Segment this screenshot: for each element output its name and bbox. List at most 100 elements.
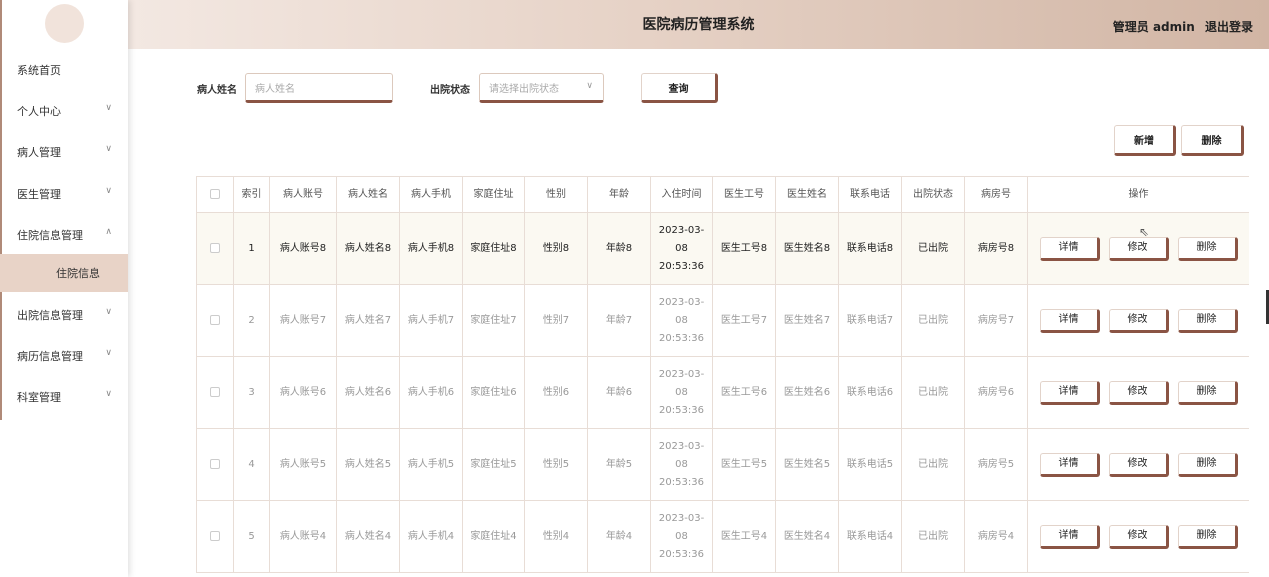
table-cell-index: 5 (233, 500, 270, 573)
row-select-cell[interactable] (196, 356, 234, 429)
logout-link[interactable]: 退出登录 (1205, 20, 1253, 34)
sidebar-item-doctor-management[interactable]: 医生管理 ∨ (0, 173, 128, 214)
detail-button[interactable]: 详情 (1039, 380, 1100, 405)
table-cell-age: 年龄5 (587, 428, 651, 501)
row-checkbox[interactable] (210, 458, 220, 469)
user-name: 管理员 admin (1112, 20, 1195, 34)
table-cell-room: 病房号4 (964, 500, 1028, 573)
table-cell-status: 已出院 (901, 500, 965, 573)
add-button[interactable]: 新增 (1114, 125, 1176, 156)
table-cell-name: 病人姓名7 (336, 284, 400, 357)
table-cell-account: 病人账号7 (269, 284, 337, 357)
table-cell-status: 已出院 (901, 356, 965, 429)
table-cell-age: 年龄4 (587, 500, 651, 573)
sidebar-item-discharge-management[interactable]: 出院信息管理 ∨ (0, 294, 128, 335)
table-cell-gender: 性别7 (524, 284, 588, 357)
edit-button[interactable]: 修改 (1108, 452, 1169, 477)
table-cell-room: 病房号6 (964, 356, 1028, 429)
query-button[interactable]: 查询 (641, 73, 718, 103)
table-row[interactable]: 3 病人账号6 病人姓名6 病人手机6 家庭住址6 性别6 年龄6 2023-03-08 20… (196, 356, 1249, 429)
sidebar-item-label: 出院信息管理 (17, 308, 83, 322)
select-all-checkbox[interactable] (210, 188, 220, 199)
delete-button[interactable]: 删除 (1177, 524, 1238, 549)
select-all-cell[interactable] (196, 176, 234, 213)
row-checkbox[interactable] (210, 242, 220, 253)
row-checkbox[interactable] (210, 386, 220, 397)
column-header: 病房号 (964, 176, 1028, 213)
delete-button[interactable]: 删除 (1177, 452, 1238, 477)
table-cell-address: 家庭住址6 (462, 356, 525, 429)
table-cell-checkin: 2023-03-08 20:53:36 (650, 284, 713, 357)
patient-name-input[interactable]: 病人姓名 (245, 73, 393, 103)
discharge-status-select[interactable]: 请选择出院状态 ∨ (479, 73, 604, 103)
sidebar: 系统首页 个人中心 ∨ 病人管理 ∨ 医生管理 ∨ 住院信息管理 ∧ 住院信息 … (0, 0, 128, 577)
avatar[interactable] (45, 4, 84, 43)
delete-button[interactable]: 删除 (1177, 308, 1238, 333)
row-checkbox[interactable] (210, 530, 220, 541)
table-cell-room: 病房号8 (964, 212, 1028, 285)
table-cell-phone: 病人手机7 (399, 284, 463, 357)
edit-button[interactable]: 修改 (1108, 308, 1169, 333)
detail-button[interactable]: 详情 (1039, 236, 1100, 261)
inpatient-table: 索引 病人账号 病人姓名 病人手机 家庭住址 性别 年龄 入住时间 医生工号 医… (196, 176, 1249, 577)
table-cell-checkin: 2023-03-08 20:53:36 (650, 500, 713, 573)
table-cell-gender: 性别4 (524, 500, 588, 573)
user-area: 管理员 admin 退出登录 (1107, 18, 1253, 35)
table-cell-contact: 联系电话6 (838, 356, 902, 429)
sidebar-item-inpatient-management[interactable]: 住院信息管理 ∧ (0, 214, 128, 255)
table-cell-room: 病房号7 (964, 284, 1028, 357)
table-cell-phone: 病人手机5 (399, 428, 463, 501)
table-cell-age: 年龄7 (587, 284, 651, 357)
edit-button[interactable]: 修改 (1108, 236, 1169, 261)
table-cell-address: 家庭住址8 (462, 212, 525, 285)
row-actions-cell: 详情 修改 删除 (1027, 428, 1249, 501)
table-cell-doctor-name: 医生姓名7 (775, 284, 839, 357)
table-cell-account: 病人账号8 (269, 212, 337, 285)
table-cell-name: 病人姓名8 (336, 212, 400, 285)
discharge-status-placeholder: 请选择出院状态 (489, 83, 559, 95)
sidebar-item-label: 科室管理 (17, 390, 61, 404)
edit-button[interactable]: 修改 (1108, 380, 1169, 405)
table-cell-status: 已出院 (901, 212, 965, 285)
sidebar-item-medical-record-management[interactable]: 病历信息管理 ∨ (0, 335, 128, 376)
detail-button[interactable]: 详情 (1039, 452, 1100, 477)
delete-button[interactable]: 删除 (1177, 380, 1238, 405)
table-cell-doctor-no: 医生工号5 (712, 428, 776, 501)
row-select-cell[interactable] (196, 500, 234, 573)
top-header: 医院病历管理系统 管理员 admin 退出登录 (128, 0, 1269, 49)
table-cell-status: 已出院 (901, 428, 965, 501)
discharge-status-label: 出院状态 (430, 85, 470, 96)
sidebar-item-patient-management[interactable]: 病人管理 ∨ (0, 131, 128, 172)
row-select-cell[interactable] (196, 212, 234, 285)
table-row[interactable]: 1 病人账号8 病人姓名8 病人手机8 家庭住址8 性别8 年龄8 2023-03-08 20… (196, 212, 1249, 285)
row-actions-cell: 详情 修改 删除 (1027, 500, 1249, 573)
table-cell-doctor-no: 医生工号7 (712, 284, 776, 357)
table-cell-doctor-no: 医生工号4 (712, 500, 776, 573)
chevron-down-icon: ∨ (105, 307, 112, 317)
edit-button[interactable]: 修改 (1108, 524, 1169, 549)
table-cell-doctor-name: 医生姓名4 (775, 500, 839, 573)
row-select-cell[interactable] (196, 428, 234, 501)
delete-button[interactable]: 删除 (1177, 236, 1238, 261)
sidebar-subitem-inpatient-info[interactable]: 住院信息 (0, 254, 128, 292)
column-header: 病人姓名 (336, 176, 400, 213)
table-cell-checkin: 2023-03-08 20:53:36 (650, 428, 713, 501)
table-cell-name: 病人姓名4 (336, 500, 400, 573)
row-checkbox[interactable] (210, 314, 220, 325)
table-cell-doctor-no: 医生工号6 (712, 356, 776, 429)
sidebar-item-label: 医生管理 (17, 187, 61, 201)
table-row[interactable]: 2 病人账号7 病人姓名7 病人手机7 家庭住址7 性别7 年龄7 2023-03-08 20… (196, 284, 1249, 357)
batch-delete-button[interactable]: 删除 (1181, 125, 1244, 156)
sidebar-item-department-management[interactable]: 科室管理 ∨ (0, 376, 128, 417)
table-row[interactable]: 4 病人账号5 病人姓名5 病人手机5 家庭住址5 性别5 年龄5 2023-03-08 20… (196, 428, 1249, 501)
sidebar-item-home[interactable]: 系统首页 (0, 49, 128, 90)
detail-button[interactable]: 详情 (1039, 308, 1100, 333)
sidebar-item-label: 个人中心 (17, 104, 61, 118)
row-select-cell[interactable] (196, 284, 234, 357)
detail-button[interactable]: 详情 (1039, 524, 1100, 549)
table-cell-contact: 联系电话7 (838, 284, 902, 357)
sidebar-item-personal-center[interactable]: 个人中心 ∨ (0, 90, 128, 131)
table-cell-gender: 性别8 (524, 212, 588, 285)
table-row[interactable]: 5 病人账号4 病人姓名4 病人手机4 家庭住址4 性别4 年龄4 2023-03-08 20… (196, 500, 1249, 573)
table-cell-account: 病人账号6 (269, 356, 337, 429)
